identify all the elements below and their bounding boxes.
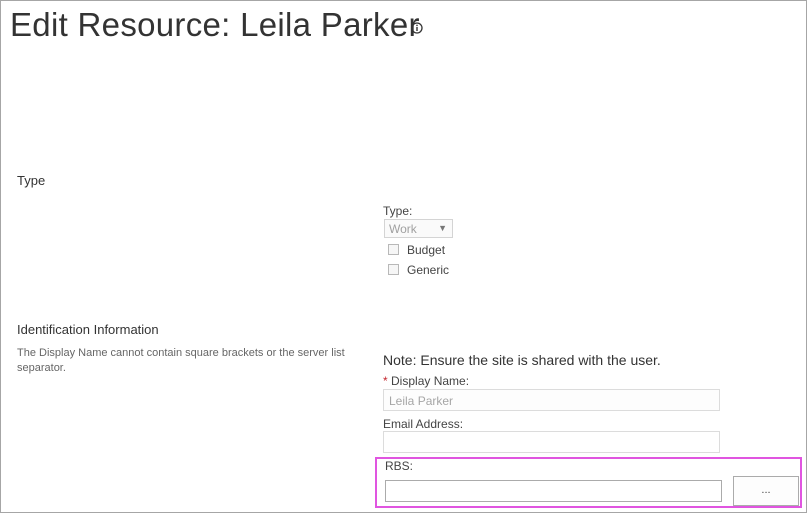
section-description: The Display Name cannot contain square b… xyxy=(17,347,345,374)
rbs-browse-button[interactable]: ... xyxy=(733,476,799,506)
type-label: Type: xyxy=(383,204,413,218)
share-note: Note: Ensure the site is shared with the… xyxy=(383,352,661,368)
display-name-label: Display Name: xyxy=(391,374,470,388)
section-title-identification: Identification Information xyxy=(17,322,159,337)
display-name-value: Leila Parker xyxy=(389,394,454,408)
type-select[interactable]: Work ▼ xyxy=(384,219,453,238)
page-title: Edit Resource: Leila Parker xyxy=(10,6,420,43)
rbs-label: RBS: xyxy=(385,459,414,473)
email-field[interactable] xyxy=(383,431,720,453)
dropdown-arrow-icon: ▼ xyxy=(438,223,447,233)
rbs-field[interactable] xyxy=(385,480,722,502)
budget-checkbox-label: Budget xyxy=(407,243,446,257)
generic-checkbox[interactable] xyxy=(388,264,399,275)
display-name-field[interactable]: Leila Parker xyxy=(383,389,720,411)
info-icon[interactable] xyxy=(411,22,423,34)
required-marker: * xyxy=(383,374,388,388)
display-name-label-row: * Display Name: xyxy=(383,374,469,388)
generic-checkbox-label: Generic xyxy=(407,263,450,277)
budget-checkbox[interactable] xyxy=(388,244,399,255)
email-label: Email Address: xyxy=(383,417,464,431)
section-title-type: Type xyxy=(17,173,46,188)
type-select-value: Work xyxy=(389,222,417,236)
